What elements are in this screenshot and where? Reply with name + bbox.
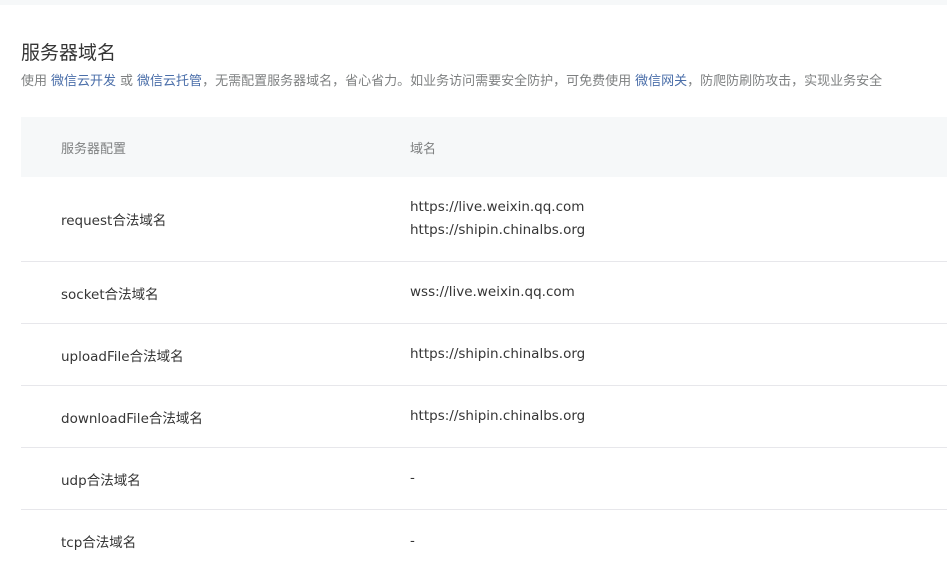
header-server-config: 服务器配置 (61, 141, 127, 157)
row-label: downloadFile合法域名 (61, 410, 203, 427)
row-label: socket合法域名 (61, 286, 159, 303)
link-gateway[interactable]: 微信网关 (635, 74, 687, 89)
table-row: uploadFile合法域名 https://shipin.chinalbs.o… (21, 324, 947, 386)
section-title: 服务器域名 (21, 42, 117, 64)
desc-prefix: 使用 (21, 74, 48, 89)
link-cloud-host[interactable]: 微信云托管 (137, 74, 202, 89)
row-label: request合法域名 (61, 213, 167, 229)
domain-value: https://shipin.chinalbs.org (410, 408, 586, 424)
link-cloud-dev[interactable]: 微信云开发 (51, 74, 116, 89)
domain-value: https://shipin.chinalbs.org (410, 346, 586, 362)
table-row: socket合法域名 wss://live.weixin.qq.com (21, 262, 947, 324)
row-label: tcp合法域名 (61, 535, 137, 551)
row-label: uploadFile合法域名 (61, 348, 184, 365)
table-header: 服务器配置 域名 (21, 117, 947, 177)
domain-value: https://shipin.chinalbs.org (410, 222, 586, 238)
table-row: udp合法域名 - (21, 448, 947, 510)
row-label: udp合法域名 (61, 472, 141, 489)
section-description: 使用 微信云开发或微信云托管，无需配置服务器域名，省心省力。如业务访问需要安全防护… (21, 73, 882, 91)
desc-or: 或 (120, 74, 134, 89)
table-row: downloadFile合法域名 https://shipin.chinalbs… (21, 386, 947, 448)
domain-value: https://live.weixin.qq.com (410, 199, 585, 215)
desc-mid: ，无需配置服务器域名，省心省力。如业务访问需要安全防护，可免费使用 (202, 74, 632, 89)
domain-value: - (410, 470, 415, 486)
table-row: request合法域名 https://live.weixin.qq.com h… (21, 177, 947, 262)
header-domain: 域名 (410, 141, 437, 157)
table-row: tcp合法域名 - (21, 510, 947, 572)
domain-value: wss://live.weixin.qq.com (410, 284, 575, 300)
domain-value: - (410, 532, 415, 549)
server-domain-table: 服务器配置 域名 request合法域名 https://live.weixin… (21, 117, 947, 572)
desc-suffix: ，防爬防刷防攻击，实现业务安全 (687, 74, 883, 89)
top-strip (0, 0, 947, 5)
